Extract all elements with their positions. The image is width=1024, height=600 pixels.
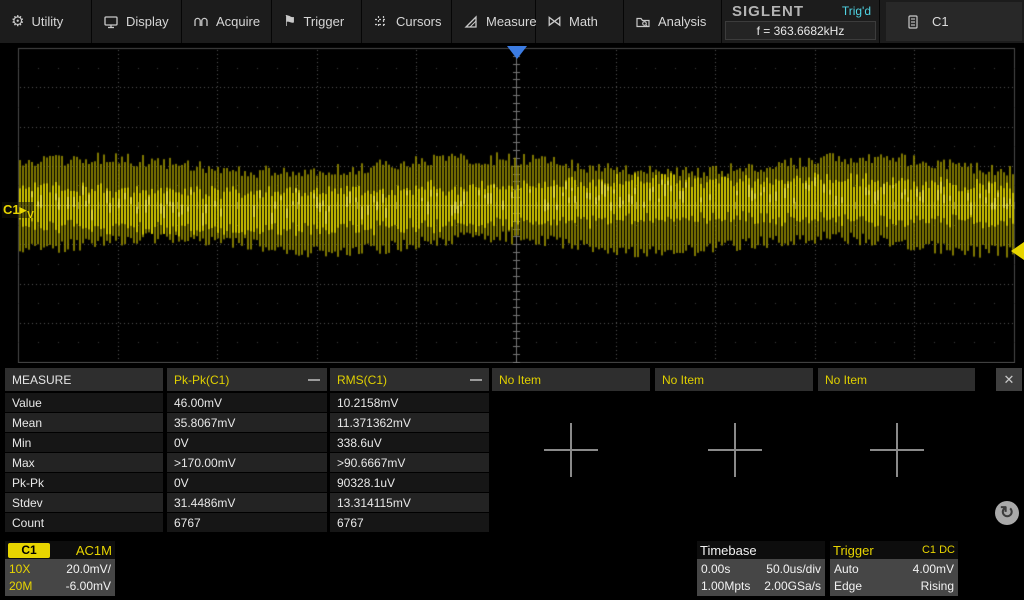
menu-analysis[interactable]: Analysis — [624, 0, 722, 43]
menu-trigger[interactable]: ⚑ Trigger — [272, 0, 362, 43]
channel1-bandwidth: 20M — [9, 579, 32, 593]
oscilloscope-screen: ⚙ Utility Display Acquire ⚑ Trigger — [0, 0, 1024, 600]
channel1-badge: C1 — [8, 543, 50, 558]
measure-value: 0V — [167, 433, 327, 452]
measure-value: 90328.1uV — [330, 473, 489, 492]
measure-value: 46.00mV — [167, 393, 327, 412]
measure-row-label: Stdev — [5, 493, 163, 512]
acquire-icon — [193, 14, 209, 30]
menu-utility[interactable]: ⚙ Utility — [0, 0, 92, 43]
menu-acquire-label: Acquire — [216, 14, 260, 29]
display-icon — [103, 14, 119, 30]
siglent-logo: SIGLENT — [732, 3, 804, 20]
bottom-bar: C1 AC1M 10X 20.0mV/ 20M -6.00mV Timebase — [0, 538, 1024, 600]
measure-value: 11.371362mV — [330, 413, 489, 432]
flag-icon: ⚑ — [283, 14, 296, 29]
list-icon — [906, 14, 920, 30]
measure-value: 35.8067mV — [167, 413, 327, 432]
measure-value: >170.00mV — [167, 453, 327, 472]
measure-col-noitem-1[interactable]: No Item — [492, 368, 650, 391]
channel1-offset: -6.00mV — [66, 579, 111, 593]
channel1-descriptor-box[interactable]: C1 AC1M 10X 20.0mV/ 20M -6.00mV — [5, 541, 115, 596]
measure-value: 10.2158mV — [330, 393, 489, 412]
channel1-waveform — [0, 45, 1024, 363]
menu-math[interactable]: ⋈ Math — [536, 0, 624, 43]
add-measure-icon[interactable] — [544, 423, 598, 477]
trigger-mode: Auto — [834, 562, 859, 576]
channel1-position-marker[interactable]: C1▸V — [2, 202, 34, 218]
menu-bar: ⚙ Utility Display Acquire ⚑ Trigger — [0, 0, 1024, 43]
trigger-slope: Rising — [921, 579, 954, 593]
frequency-readout: f = 363.6682kHz — [725, 21, 876, 40]
cursors-icon — [373, 14, 389, 30]
timebase-scale: 50.0us/div — [766, 562, 821, 576]
menu-math-label: Math — [569, 14, 598, 29]
measure-row-label: Max — [5, 453, 163, 472]
measure-col-pkpk[interactable]: Pk-Pk(C1) — [167, 368, 327, 391]
channel1-probe: 10X — [9, 562, 30, 576]
measure-icon — [463, 14, 479, 30]
trigger-level-marker[interactable] — [1011, 242, 1024, 260]
brand-status-block: SIGLENT Trig'd f = 363.6682kHz — [722, 0, 880, 43]
menu-acquire[interactable]: Acquire — [182, 0, 272, 43]
menu-measure[interactable]: Measure — [452, 0, 536, 43]
measure-value: 13.314115mV — [330, 493, 489, 512]
measure-col-noitem-2[interactable]: No Item — [655, 368, 813, 391]
timebase-box[interactable]: Timebase 0.00s 50.0us/div 1.00Mpts 2.00G… — [697, 541, 825, 596]
measure-row-label: Min — [5, 433, 163, 452]
channel1-scale: 20.0mV/ — [66, 562, 111, 576]
trigger-box[interactable]: Trigger C1 DC Auto 4.00mV Edge Rising — [830, 541, 958, 596]
measure-row-label: Pk-Pk — [5, 473, 163, 492]
trigger-position-marker[interactable] — [507, 46, 527, 59]
gear-icon: ⚙ — [11, 14, 24, 29]
close-measure-icon[interactable]: ✕ — [996, 368, 1022, 391]
trigger-type: Edge — [834, 579, 862, 593]
math-icon: ⋈ — [547, 14, 562, 29]
measure-panel-title: MEASURE — [5, 368, 163, 391]
tab-channel-c1[interactable]: C1 — [886, 2, 1022, 41]
menu-analysis-label: Analysis — [658, 14, 706, 29]
trigger-title: Trigger — [833, 543, 874, 558]
menu-utility-label: Utility — [31, 14, 63, 29]
timebase-samplerate: 2.00GSa/s — [764, 579, 821, 593]
analysis-icon — [635, 14, 651, 30]
tab-channel-c1-label: C1 — [932, 14, 949, 29]
menu-trigger-label: Trigger — [303, 14, 344, 29]
timebase-delay: 0.00s — [701, 562, 730, 576]
remove-measure-icon[interactable] — [308, 379, 320, 381]
menu-measure-label: Measure — [486, 14, 537, 29]
trigger-status-badge: Trig'd — [842, 4, 871, 18]
remove-measure-icon[interactable] — [470, 379, 482, 381]
measure-value: 31.4486mV — [167, 493, 327, 512]
measure-row-label: Value — [5, 393, 163, 412]
add-measure-icon[interactable] — [708, 423, 762, 477]
measure-value: 6767 — [330, 513, 489, 532]
menu-cursors[interactable]: Cursors — [362, 0, 452, 43]
measure-col-rms[interactable]: RMS(C1) — [330, 368, 489, 391]
trigger-level: 4.00mV — [913, 562, 954, 576]
measure-value: 338.6uV — [330, 433, 489, 452]
measure-row-label: Count — [5, 513, 163, 532]
channel1-coupling: AC1M — [76, 543, 112, 558]
menu-cursors-label: Cursors — [396, 14, 442, 29]
timebase-points: 1.00Mpts — [701, 579, 750, 593]
measure-value: 6767 — [167, 513, 327, 532]
touch-gesture-icon[interactable]: ↻ — [995, 501, 1019, 525]
menu-display-label: Display — [126, 14, 169, 29]
add-measure-icon[interactable] — [870, 423, 924, 477]
measure-panel: MEASURE Pk-Pk(C1) RMS(C1) No Item No Ite… — [0, 368, 1024, 532]
measure-row-label: Mean — [5, 413, 163, 432]
trigger-source: C1 DC — [922, 544, 955, 556]
timebase-title: Timebase — [700, 543, 757, 558]
menu-display[interactable]: Display — [92, 0, 182, 43]
measure-col-noitem-3[interactable]: No Item — [818, 368, 975, 391]
waveform-display: C1▸V — [0, 45, 1024, 363]
measure-value: >90.6667mV — [330, 453, 489, 472]
measure-value: 0V — [167, 473, 327, 492]
